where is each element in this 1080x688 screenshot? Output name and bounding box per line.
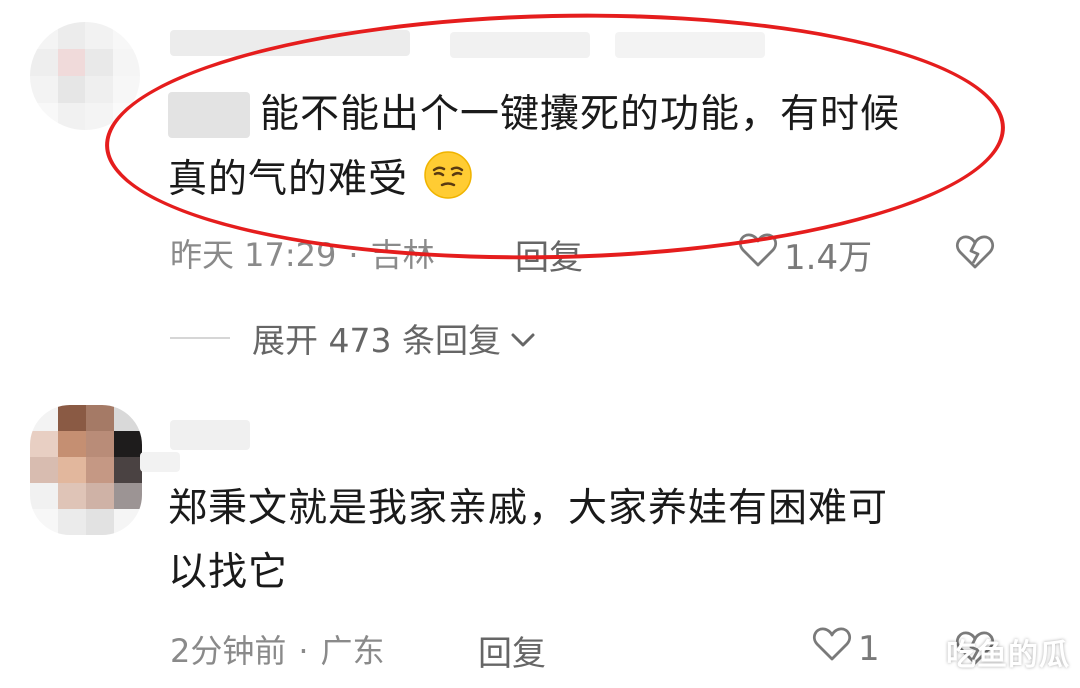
- expand-replies-label: 展开 473 条回复: [252, 321, 501, 360]
- reply-button[interactable]: 回复: [515, 230, 583, 279]
- username-redacted: [615, 32, 765, 58]
- broken-heart-icon: [955, 235, 995, 274]
- like-button[interactable]: 1.4万: [738, 230, 872, 279]
- comment-location: 广东: [320, 632, 385, 670]
- separator-dot: ·: [348, 236, 359, 274]
- comment-text-line: 以找它: [168, 550, 289, 595]
- heart-outline-icon: [738, 232, 784, 277]
- watermark: 吃鱼的瓜: [946, 638, 1070, 673]
- comment-text: 真的气的难受: [168, 150, 473, 209]
- like-button[interactable]: 1: [812, 626, 880, 671]
- heart-outline-icon: [812, 626, 858, 671]
- username-redacted[interactable]: [170, 420, 250, 450]
- divider-line: [170, 337, 230, 339]
- like-count: 1: [858, 628, 880, 669]
- avatar[interactable]: [30, 22, 140, 130]
- comment-time: 2分钟前: [170, 632, 287, 670]
- username-redacted: [168, 92, 250, 138]
- comment-time: 昨天 17:29: [170, 236, 337, 274]
- comment-text: 郑秉文就是我家亲戚，大家养娃有困难可: [168, 480, 888, 538]
- reply-button[interactable]: 回复: [478, 626, 546, 675]
- username-redacted: [450, 32, 590, 58]
- comment-text-line: 能不能出个一键攮死的功能，有时候: [260, 92, 901, 137]
- username-redacted: [140, 452, 180, 472]
- comment-screen: 能不能出个一键攮死的功能，有时候 真的气的难受 昨天 17:29 · 吉林 回复 1…: [0, 0, 1080, 688]
- comment-text-line: 真的气的难受: [168, 157, 409, 202]
- comment-text: 能不能出个一键攮死的功能，有时候: [260, 86, 900, 144]
- comment-text-line: 郑秉文就是我家亲戚，大家养娃有困难可: [168, 486, 889, 531]
- comment-location: 吉林: [370, 236, 435, 274]
- like-count: 1.4万: [784, 238, 873, 278]
- chevron-down-icon: [501, 319, 537, 358]
- avatar[interactable]: [30, 405, 142, 535]
- username-redacted[interactable]: [170, 30, 410, 56]
- comment-text: 以找它: [168, 544, 288, 602]
- separator-dot: ·: [298, 632, 309, 670]
- expand-replies-button[interactable]: 展开 473 条回复: [170, 314, 537, 362]
- comment-meta: 2分钟前 · 广东: [170, 626, 385, 672]
- smirk-emoji-icon: [423, 150, 473, 200]
- dislike-button[interactable]: [955, 234, 995, 274]
- comment-meta: 昨天 17:29 · 吉林: [170, 230, 435, 276]
